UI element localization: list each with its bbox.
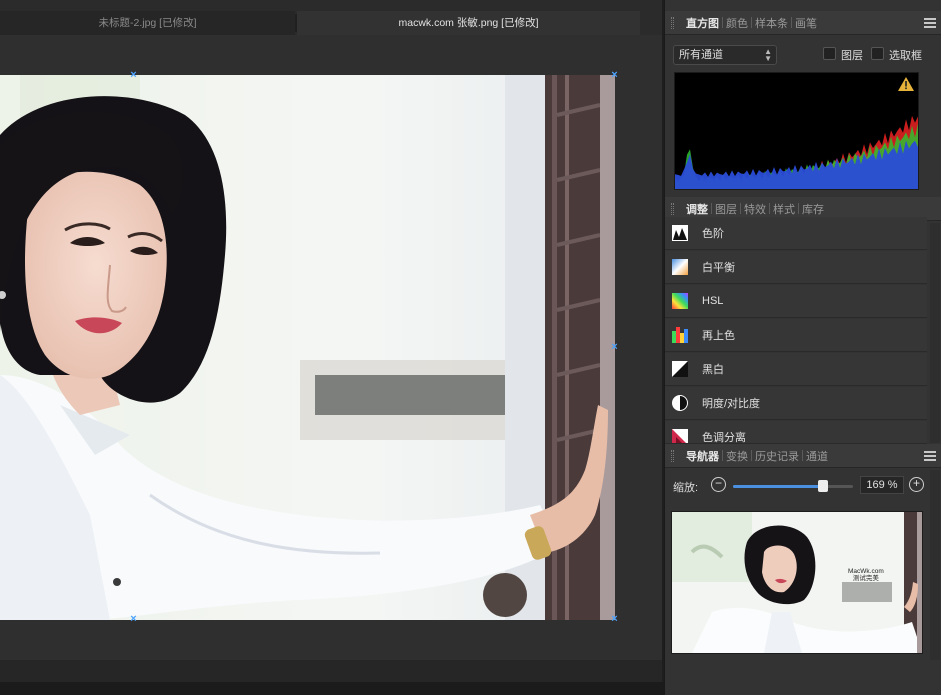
panel-grip-icon[interactable]	[671, 203, 674, 215]
black-white-icon	[672, 361, 688, 377]
adjustments-panel: 调整 图层 特效 样式 库存 色阶 白平衡 HSL 再上色 黑白 明度/对比度 …	[665, 197, 941, 444]
zoom-label: 缩放:	[673, 482, 699, 494]
navigator-scrollbar[interactable]	[930, 470, 940, 660]
navigator-thumbnail[interactable]: MacWk.com 测试完美	[671, 511, 923, 654]
adjustment-hsl[interactable]: HSL	[665, 285, 927, 318]
tab-color[interactable]: 颜色	[723, 15, 751, 31]
adjustment-black-white[interactable]: 黑白	[665, 353, 927, 386]
histogram-panel-tabs: 直方图 颜色 样本条 画笔	[665, 11, 941, 35]
selection-handle-top-right[interactable]: ×	[610, 70, 619, 81]
tab-adjustments[interactable]: 调整	[683, 201, 711, 217]
selection-handle-top-center[interactable]: ×	[129, 70, 138, 81]
right-panel-column: 直方图 颜色 样本条 画笔 所有通道 ▲ ▼ 图层 选取框 调整 图层 特效 样…	[664, 0, 941, 695]
adjustment-label: 色调分离	[702, 432, 746, 444]
histogram-graph	[674, 72, 919, 190]
hsl-icon	[672, 293, 688, 309]
adjustment-label: 明度/对比度	[702, 398, 761, 410]
adjustment-brightness-contrast[interactable]: 明度/对比度	[665, 387, 927, 420]
thumbnail-caption-line2: 测试完美	[852, 575, 879, 582]
zoom-slider-thumb[interactable]	[818, 480, 828, 492]
adjustment-posterize[interactable]: 色调分离	[665, 421, 927, 444]
status-bar	[0, 660, 941, 695]
tab-channels[interactable]: 通道	[803, 448, 831, 464]
channel-select[interactable]: 所有通道 ▲ ▼	[673, 45, 777, 65]
selection-handle-right-middle[interactable]: ×	[610, 342, 619, 353]
select-arrows-icon: ▲ ▼	[764, 47, 772, 63]
adjustment-label: 色阶	[702, 228, 724, 240]
tab-histogram[interactable]: 直方图	[683, 15, 722, 31]
adjustment-label: 白平衡	[702, 262, 735, 274]
zoom-value-field[interactable]: 169 %	[860, 476, 904, 494]
selection-handle-bottom-center[interactable]: ×	[129, 614, 138, 625]
zoom-slider[interactable]	[733, 480, 853, 492]
zoom-in-icon[interactable]: +	[909, 477, 924, 492]
layer-checkbox[interactable]	[823, 47, 836, 60]
recolor-icon	[672, 327, 688, 343]
panel-grip-icon[interactable]	[671, 17, 674, 29]
portrait-photo[interactable]	[0, 75, 615, 620]
panel-grip-icon[interactable]	[671, 450, 674, 462]
adjustment-levels[interactable]: 色阶	[665, 217, 927, 250]
adjustment-label: HSL	[702, 295, 724, 307]
document-tab-untitled-2[interactable]: 未标题-2.jpg [已修改]	[0, 11, 295, 35]
canvas-area[interactable]: × × × × ×	[0, 35, 662, 660]
selection-checkbox[interactable]	[871, 47, 884, 60]
histogram-panel: 直方图 颜色 样本条 画笔 所有通道 ▲ ▼ 图层 选取框	[665, 11, 941, 197]
navigator-panel: 导航器 变换 历史记录 通道 缩放: − 169 % + MacWk.com 测…	[665, 444, 941, 660]
selection-checkbox-label: 选取框	[889, 50, 922, 62]
document-tab-macwk-png[interactable]: macwk.com 张敏.png [已修改]	[297, 11, 640, 35]
tab-swatches[interactable]: 样本条	[752, 15, 791, 31]
tab-transform[interactable]: 变换	[723, 448, 751, 464]
navigator-preview-image	[672, 512, 922, 653]
white-balance-icon	[672, 259, 688, 275]
zoom-slider-fill	[733, 485, 823, 488]
posterize-icon	[672, 429, 688, 443]
tab-brushes[interactable]: 画笔	[792, 15, 820, 31]
zoom-controls: 缩放: − 169 % +	[673, 476, 935, 496]
thumbnail-caption: MacWk.com 测试完美	[848, 568, 884, 582]
selection-handle-bottom-right[interactable]: ×	[610, 614, 619, 625]
tab-history[interactable]: 历史记录	[752, 448, 802, 464]
tab-layers[interactable]: 图层	[712, 201, 740, 217]
layer-checkbox-label: 图层	[841, 50, 863, 62]
channel-select-value: 所有通道	[679, 49, 723, 61]
histogram-plot	[675, 115, 918, 189]
tab-effects[interactable]: 特效	[741, 201, 769, 217]
adjustment-label: 再上色	[702, 330, 735, 342]
tab-navigator[interactable]: 导航器	[683, 448, 722, 464]
navigator-panel-tabs: 导航器 变换 历史记录 通道	[665, 444, 941, 468]
adjustment-white-balance[interactable]: 白平衡	[665, 251, 927, 284]
adjustments-scrollbar[interactable]	[930, 223, 940, 443]
document-tab-bar: 未标题-2.jpg [已修改] macwk.com 张敏.png [已修改]	[0, 0, 662, 35]
zoom-out-icon[interactable]: −	[711, 477, 726, 492]
brightness-contrast-icon	[672, 395, 688, 411]
tab-stock[interactable]: 库存	[799, 201, 827, 217]
adjustment-label: 黑白	[702, 364, 724, 376]
warning-triangle-icon[interactable]	[898, 77, 914, 91]
adjustment-recolor[interactable]: 再上色	[665, 319, 927, 352]
tab-styles[interactable]: 样式	[770, 201, 798, 217]
thumbnail-caption-line1: MacWk.com	[848, 568, 884, 575]
panel-menu-icon[interactable]	[924, 451, 936, 461]
portrait-image	[0, 75, 615, 620]
levels-icon	[672, 225, 688, 241]
histogram-controls: 所有通道 ▲ ▼ 图层 选取框	[673, 45, 935, 67]
panel-menu-icon[interactable]	[924, 18, 936, 28]
